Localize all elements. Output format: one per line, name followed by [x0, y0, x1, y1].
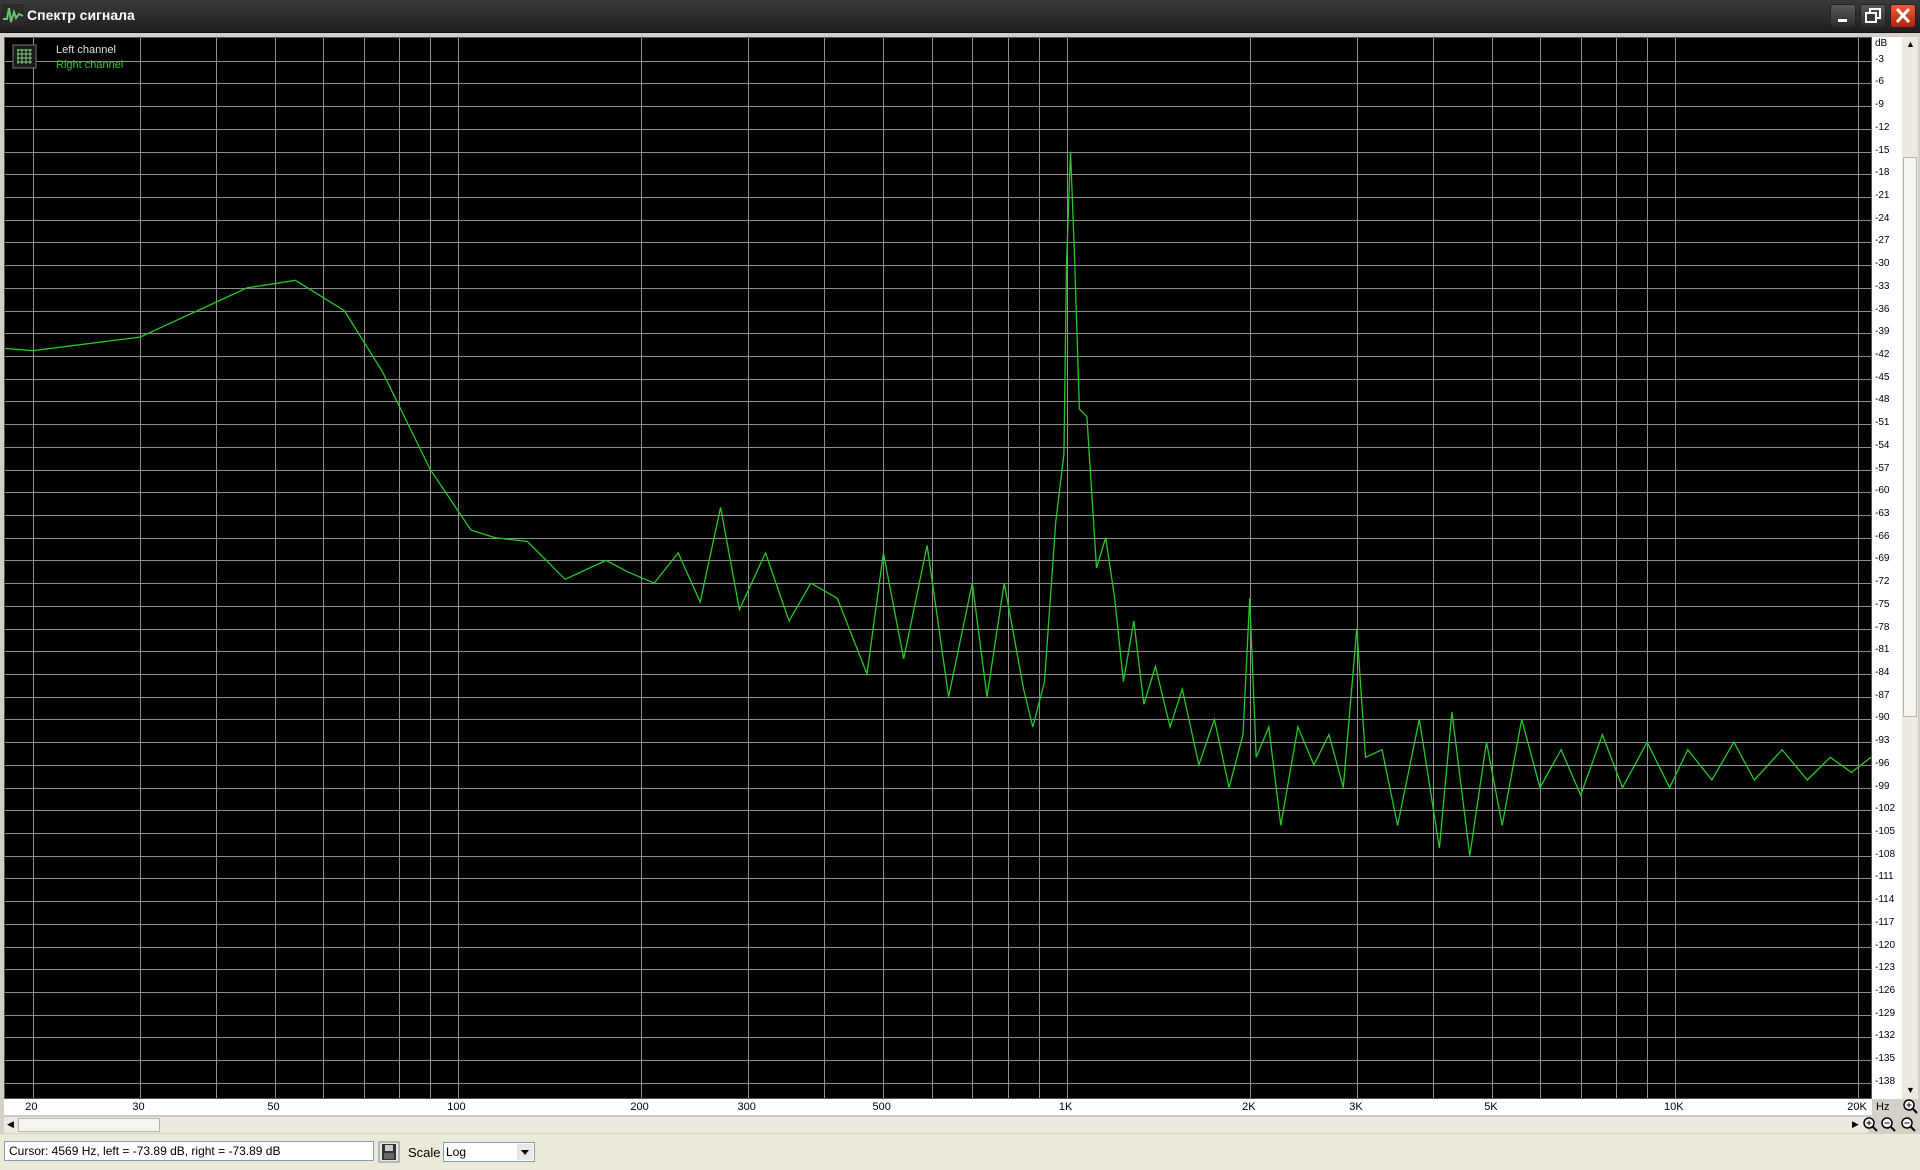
- y-tick-label: -129: [1875, 1007, 1896, 1019]
- y-tick-label: -21: [1875, 190, 1890, 201]
- scroll-left-arrow-icon[interactable]: ◀: [7, 1119, 14, 1130]
- y-tick-label: -36: [1875, 303, 1890, 315]
- close-button[interactable]: [1890, 4, 1916, 28]
- y-tick-label: -6: [1875, 76, 1884, 88]
- db-unit-label: dB: [1875, 38, 1888, 49]
- app-waveform-icon: [2, 4, 24, 26]
- spectrum-chart: [5, 38, 1871, 1098]
- scale-value: Log: [446, 1145, 467, 1159]
- vertical-scroll-thumb[interactable]: [1903, 157, 1917, 717]
- legend-right-channel: Right channel: [56, 59, 124, 71]
- x-tick-label: 300: [737, 1101, 756, 1113]
- save-icon[interactable]: [378, 1141, 400, 1163]
- y-tick-label: -51: [1875, 417, 1890, 429]
- minimize-button[interactable]: [1830, 4, 1856, 28]
- hz-unit-label: Hz: [1876, 1101, 1890, 1113]
- y-tick-label: -42: [1875, 349, 1890, 360]
- y-tick-label: -138: [1875, 1075, 1896, 1087]
- maximize-button[interactable]: [1860, 4, 1886, 28]
- zoom-in-icon[interactable]: [1902, 1098, 1918, 1114]
- y-tick-label: -78: [1875, 621, 1890, 633]
- y-tick-label: -12: [1875, 121, 1890, 133]
- y-tick-label: -126: [1875, 985, 1896, 996]
- spectrum-plot[interactable]: [4, 37, 1872, 1099]
- y-tick-label: -15: [1875, 144, 1890, 156]
- zoom-reset-icon[interactable]: [1900, 1116, 1916, 1132]
- x-tick-label: 50: [267, 1101, 280, 1113]
- y-tick-label: -33: [1875, 280, 1890, 292]
- y-tick-label: -69: [1875, 553, 1890, 565]
- y-tick-label: -72: [1875, 576, 1890, 588]
- y-tick-label: -18: [1875, 167, 1890, 179]
- minimize-icon: [1838, 19, 1847, 22]
- scale-label: Scale: [408, 1145, 441, 1160]
- x-tick-label: 5K: [1484, 1101, 1498, 1113]
- x-tick-label: 2K: [1242, 1101, 1256, 1113]
- window-title: Спектр сигнала: [27, 7, 135, 23]
- y-tick-label: -39: [1875, 326, 1890, 338]
- x-tick-label: 200: [630, 1101, 649, 1113]
- y-tick-label: -84: [1875, 667, 1890, 678]
- x-tick-label: 30: [132, 1101, 145, 1113]
- close-icon: [1895, 7, 1911, 24]
- x-tick-label: 20K: [1847, 1101, 1867, 1113]
- y-tick-label: -48: [1875, 394, 1890, 406]
- frequency-axis: 20 30 50 100 200 300 500 1K 2K 3K 5K 10K 20K: [4, 1099, 1872, 1115]
- y-tick-label: -81: [1875, 644, 1890, 656]
- x-tick-label: 500: [872, 1101, 891, 1113]
- y-tick-label: -90: [1875, 712, 1890, 724]
- y-tick-label: -45: [1875, 371, 1890, 383]
- y-tick-label: -57: [1875, 462, 1890, 474]
- scroll-down-arrow-icon[interactable]: ▼: [1906, 1085, 1915, 1095]
- y-tick-label: -87: [1875, 689, 1890, 701]
- y-tick-label: -120: [1875, 939, 1896, 951]
- y-tick-label: -27: [1875, 235, 1890, 247]
- y-tick-label: -96: [1875, 757, 1890, 769]
- y-tick-label: -66: [1875, 530, 1890, 542]
- grid-icon[interactable]: [12, 44, 37, 69]
- y-tick-label: -30: [1875, 258, 1890, 270]
- legend-left-channel: Left channel: [56, 44, 116, 56]
- y-tick-label: -102: [1875, 803, 1896, 815]
- scroll-up-arrow-icon[interactable]: ▲: [1906, 39, 1915, 49]
- y-tick-label: -123: [1875, 962, 1896, 974]
- chevron-down-icon[interactable]: [517, 1144, 533, 1160]
- y-tick-label: -105: [1875, 826, 1896, 837]
- x-tick-label: 20: [25, 1101, 38, 1113]
- y-tick-label: -117: [1875, 916, 1895, 928]
- cursor-readout: Cursor: 4569 Hz, left = -73.89 dB, right…: [4, 1141, 374, 1161]
- y-tick-label: -24: [1875, 212, 1890, 224]
- horizontal-scroll-thumb[interactable]: [18, 1118, 160, 1132]
- status-bar: Cursor: 4569 Hz, left = -73.89 dB, right…: [0, 1134, 1920, 1170]
- y-tick-label: -54: [1875, 439, 1890, 451]
- zoom-in-horizontal-icon[interactable]: [1862, 1116, 1878, 1132]
- y-tick-label: -63: [1875, 508, 1890, 519]
- series-line-right-channel: [5, 151, 1871, 856]
- y-tick-label: -111: [1875, 871, 1894, 883]
- scroll-right-arrow-icon[interactable]: ▶: [1852, 1119, 1859, 1130]
- scale-dropdown[interactable]: Log: [443, 1142, 535, 1162]
- x-tick-label: 100: [447, 1101, 466, 1113]
- y-tick-label: -93: [1875, 735, 1890, 747]
- db-axis: dB -3 -6 -9 -12 -15 -18 -21 -24 -27 -30 -33 -36 -39 -…: [1872, 37, 1902, 1099]
- y-tick-label: -3: [1875, 53, 1884, 65]
- title-bar: Спектр сигнала: [0, 0, 1920, 33]
- x-tick-label: 10K: [1664, 1101, 1684, 1113]
- y-tick-label: -114: [1875, 894, 1895, 906]
- y-tick-label: -99: [1875, 780, 1890, 792]
- y-tick-label: -132: [1875, 1030, 1896, 1042]
- zoom-out-icon[interactable]: [1880, 1116, 1896, 1132]
- maximize-icon: [1865, 8, 1881, 23]
- horizontal-scrollbar[interactable]: ◀ ▶: [4, 1116, 1868, 1133]
- vertical-scrollbar[interactable]: ▲ ▼: [1902, 37, 1918, 1099]
- x-tick-label: 3K: [1349, 1101, 1363, 1113]
- y-tick-label: -135: [1875, 1053, 1896, 1065]
- y-tick-label: -60: [1875, 485, 1890, 497]
- x-tick-label: 1K: [1058, 1101, 1073, 1113]
- y-tick-label: -75: [1875, 598, 1890, 610]
- y-tick-label: -9: [1875, 99, 1884, 111]
- y-tick-label: -108: [1875, 848, 1896, 860]
